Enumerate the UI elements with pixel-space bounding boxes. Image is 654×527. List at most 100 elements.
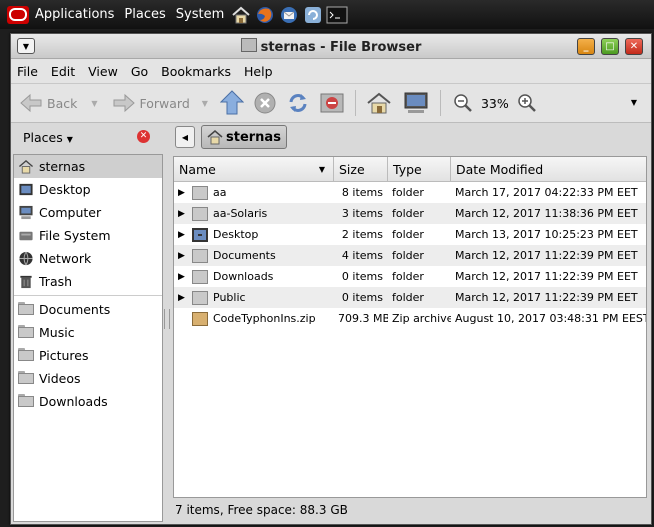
sidebar-item-trash[interactable]: Trash — [14, 270, 162, 293]
menu-help[interactable]: Help — [244, 64, 273, 79]
table-row[interactable]: ▶ Documents 4 items folder March 12, 2017 11… — [174, 245, 646, 266]
system-menu[interactable]: System — [176, 7, 224, 22]
sidebar-item-music[interactable]: Music — [14, 321, 162, 344]
applications-menu[interactable]: Applications — [35, 7, 114, 22]
location-path-button[interactable]: sternas — [201, 125, 287, 149]
table-row[interactable]: ▶ Desktop 2 items folder March 13, 2017 10:2… — [174, 224, 646, 245]
places-dropdown[interactable]: Places ▼ — [23, 130, 73, 145]
expander-chevron-right-icon[interactable]: ▶ — [178, 230, 192, 240]
home-path-icon — [207, 130, 223, 145]
computer-icon — [19, 205, 33, 220]
sidebar-item-file-system[interactable]: File System — [14, 224, 162, 247]
table-row[interactable]: ▶ aa-Solaris 3 items folder March 12, 2017 1… — [174, 203, 646, 224]
table-row[interactable]: ▶ Public 0 items folder March 12, 2017 11:22… — [174, 287, 646, 308]
sidebar-item-documents[interactable]: Documents — [14, 298, 162, 321]
column-header-name[interactable]: Name ▼ — [174, 157, 334, 181]
folder-icon — [192, 290, 208, 305]
stop-icon[interactable] — [253, 91, 277, 115]
table-row[interactable]: ▶ aa 8 items folder March 17, 2017 04:22:33 … — [174, 182, 646, 203]
back-history-chevron-down-icon[interactable]: ▼ — [91, 99, 97, 108]
file-list-header: Name ▼ Size Type Date Modified — [174, 157, 646, 182]
status-text: 7 items, Free space: 88.3 GB — [175, 503, 348, 517]
file-name: Public — [213, 291, 246, 304]
network-icon — [19, 251, 33, 266]
expander-chevron-right-icon[interactable]: ▶ — [178, 293, 192, 303]
toolbar-separator — [354, 90, 356, 116]
cell-type: folder — [392, 270, 424, 283]
column-header-date-modified[interactable]: Date Modified — [451, 157, 646, 181]
update-icon[interactable] — [302, 4, 324, 26]
forward-history-chevron-down-icon[interactable]: ▼ — [202, 99, 208, 108]
column-header-size[interactable]: Size — [334, 157, 388, 181]
reload-icon[interactable] — [286, 91, 310, 115]
location-path-label: sternas — [226, 129, 281, 145]
table-row[interactable]: CodeTyphonIns.zip 709.3 MB Zip archive Augu… — [174, 308, 646, 329]
cell-type: folder — [392, 207, 424, 220]
close-sidebar-icon[interactable]: ✕ — [137, 130, 150, 143]
title-bar[interactable]: ▼ sternas - File Browser _ □ ✕ — [11, 34, 651, 59]
terminal-icon[interactable] — [326, 4, 348, 26]
thunderbird-icon[interactable] — [278, 4, 300, 26]
home-folder-icon[interactable] — [230, 4, 252, 26]
firefox-icon[interactable] — [254, 4, 276, 26]
sidebar-item-computer[interactable]: Computer — [14, 201, 162, 224]
zoom-in-icon[interactable] — [517, 93, 537, 113]
folder-icon — [192, 185, 208, 200]
sidebar-item-desktop[interactable]: Desktop — [14, 178, 162, 201]
sidebar-header: Places ▼ ✕ — [11, 122, 161, 152]
sidebar-item-videos[interactable]: Videos — [14, 367, 162, 390]
computer-icon[interactable] — [402, 91, 430, 115]
cell-date-modified: March 12, 2017 11:22:39 PM EET — [455, 270, 638, 283]
file-name: Downloads — [213, 270, 274, 283]
expander-chevron-right-icon[interactable]: ▶ — [178, 188, 192, 198]
folder-icon — [192, 269, 208, 284]
menu-go[interactable]: Go — [131, 64, 148, 79]
file-name: Desktop — [213, 228, 259, 241]
column-header-label: Size — [339, 161, 365, 177]
sidebar-item-network[interactable]: Network — [14, 247, 162, 270]
toolbar-overflow-chevron-down-icon[interactable]: ▼ — [631, 98, 637, 107]
cell-date-modified: August 10, 2017 03:48:31 PM EEST — [455, 312, 646, 325]
menu-edit[interactable]: Edit — [51, 64, 75, 79]
cell-name: CodeTyphonIns.zip — [174, 311, 334, 326]
sort-chevron-down-icon: ▼ — [318, 164, 325, 174]
up-arrow-icon[interactable] — [219, 90, 244, 116]
sidebar-item-downloads[interactable]: Downloads — [14, 390, 162, 413]
places-menu[interactable]: Places — [124, 7, 165, 22]
expander-chevron-right-icon[interactable]: ▶ — [178, 209, 192, 219]
file-name: aa — [213, 186, 227, 199]
menu-bookmarks[interactable]: Bookmarks — [161, 64, 231, 79]
cell-name: ▶ Desktop — [174, 227, 334, 242]
expander-chevron-right-icon[interactable]: ▶ — [178, 272, 192, 282]
location-back-button[interactable]: ◀ — [175, 126, 195, 148]
maximize-button[interactable]: □ — [601, 38, 619, 55]
forward-arrow-icon — [113, 93, 135, 113]
file-list: Name ▼ Size Type Date Modified ▶ aa 8 item… — [173, 156, 647, 498]
folder-icon — [18, 325, 34, 340]
home-icon[interactable] — [366, 91, 392, 115]
forward-button[interactable]: Forward — [112, 93, 190, 113]
pane-splitter-handle[interactable] — [164, 309, 170, 329]
toolbar-separator-2 — [439, 90, 441, 116]
oracle-logo-icon[interactable] — [7, 5, 29, 24]
sidebar-item-pictures[interactable]: Pictures — [14, 344, 162, 367]
restore-icon[interactable] — [319, 91, 345, 115]
close-button[interactable]: ✕ — [625, 38, 643, 55]
cell-date-modified: March 12, 2017 11:38:36 PM EET — [455, 207, 638, 220]
menu-view[interactable]: View — [88, 64, 118, 79]
minimize-button[interactable]: _ — [577, 38, 595, 55]
zoom-out-icon[interactable] — [453, 93, 473, 113]
file-name: aa-Solaris — [213, 207, 268, 220]
menu-file[interactable]: File — [17, 64, 38, 79]
folder-icon — [18, 394, 34, 409]
table-row[interactable]: ▶ Downloads 0 items folder March 12, 2017 11… — [174, 266, 646, 287]
trash-icon — [20, 275, 32, 289]
cell-name: ▶ aa-Solaris — [174, 206, 334, 221]
column-header-type[interactable]: Type — [388, 157, 451, 181]
cell-type: folder — [392, 228, 424, 241]
expander-chevron-right-icon[interactable]: ▶ — [178, 251, 192, 261]
back-button[interactable]: Back — [19, 93, 77, 113]
sidebar-item-sternas[interactable]: sternas — [14, 155, 162, 178]
cell-type: folder — [392, 186, 424, 199]
zoom-level[interactable]: 33% — [481, 96, 509, 111]
